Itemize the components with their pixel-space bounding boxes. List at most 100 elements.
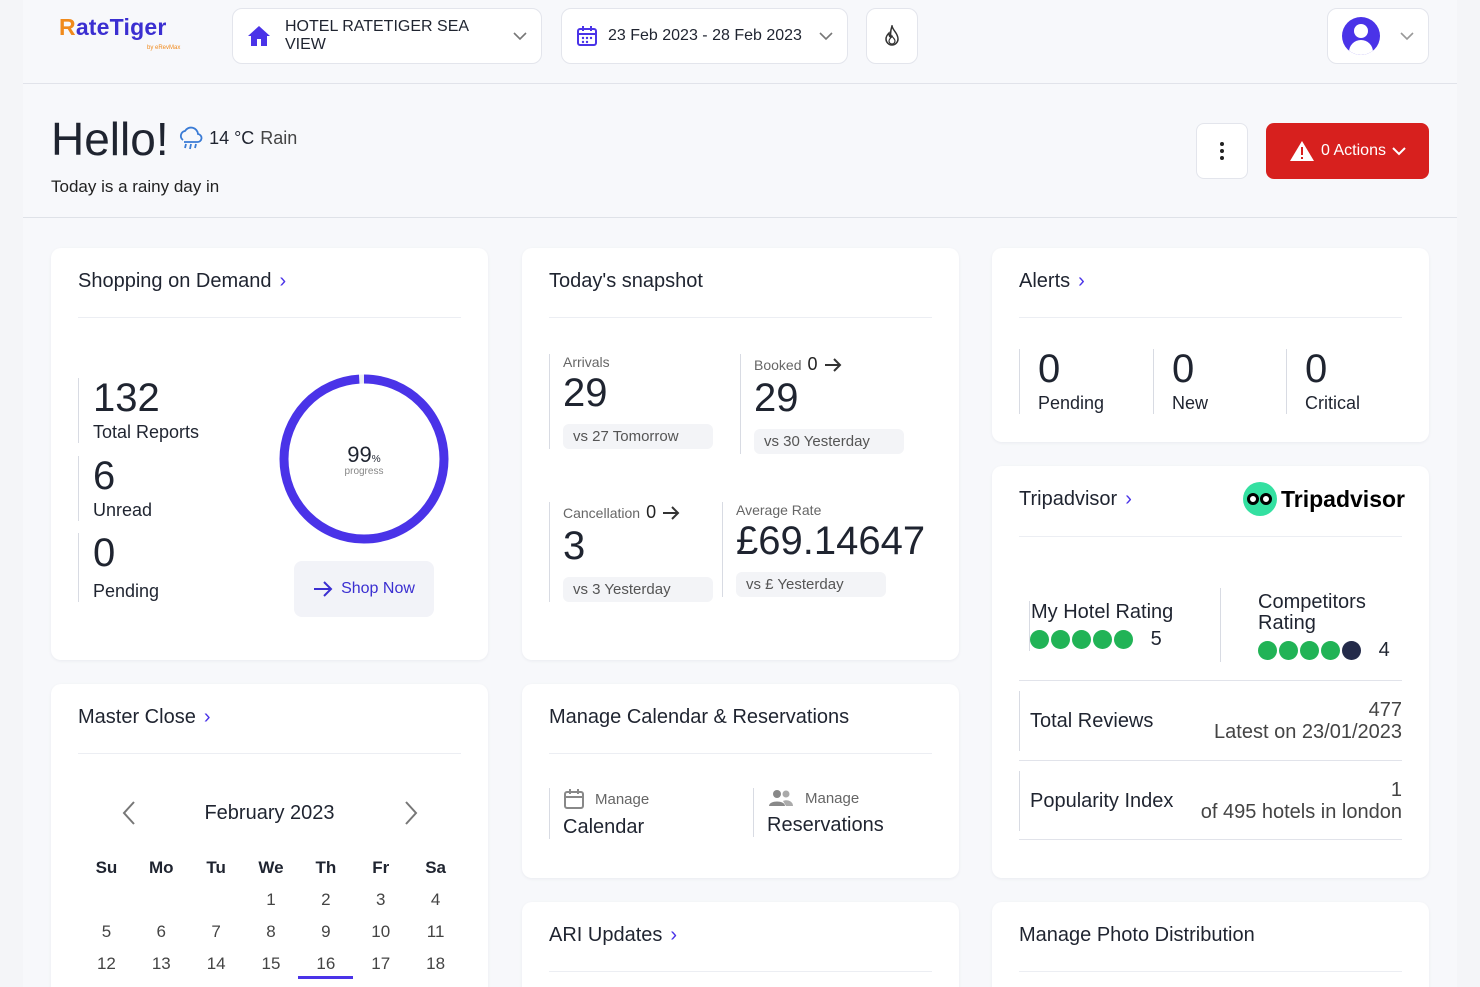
popularity-value: 1 — [1390, 779, 1402, 801]
calendar-day[interactable]: 4 — [408, 890, 463, 910]
tripadvisor-card: Tripadvisor › Tripadvisor My Hotel Rating… — [992, 466, 1429, 878]
calendar-day[interactable]: 8 — [244, 922, 299, 942]
flame-icon — [882, 25, 902, 47]
chevron-right-icon: › — [1125, 488, 1132, 510]
card-title: Master Close — [78, 706, 196, 728]
prev-month-button[interactable] — [121, 800, 137, 833]
pending-label: Pending — [93, 581, 160, 601]
manage-reservations-link[interactable]: Manage Reservations — [753, 788, 884, 837]
logo-subtext: by eRevMax — [147, 45, 181, 51]
popularity-index-row: Popularity Index 1 of 495 hotels in lond… — [1019, 760, 1402, 840]
calendar-day[interactable]: 14 — [189, 954, 244, 974]
actions-button[interactable]: 0 Actions — [1266, 123, 1429, 179]
calendar-day[interactable]: 17 — [353, 954, 408, 974]
alerts-title-link[interactable]: Alerts › — [1019, 270, 1085, 293]
users-icon — [767, 788, 795, 808]
master-close-title-link[interactable]: Master Close › — [78, 706, 210, 729]
greeting: Hello! 14 °C Rain Today is a rainy day i… — [51, 112, 297, 196]
booked-value: 29 — [754, 376, 799, 420]
chevron-right-icon: › — [670, 924, 678, 946]
latest-review-date: Latest on 23/01/2023 — [1214, 721, 1402, 743]
date-range-text: 23 Feb 2023 - 28 Feb 2023 — [608, 27, 802, 44]
comp-rating-value: 4 — [1378, 639, 1390, 661]
competitors-rating: Competitors Rating 4 — [1258, 592, 1390, 661]
tripadvisor-brand: Tripadvisor — [1281, 485, 1405, 512]
divider — [1019, 317, 1402, 318]
popularity-label: Popularity Index — [1019, 771, 1173, 831]
calendar-day[interactable]: 1 — [244, 890, 299, 910]
user-menu[interactable] — [1327, 8, 1429, 64]
shop-now-button[interactable]: Shop Now — [294, 561, 434, 617]
more-options-button[interactable] — [1196, 123, 1248, 179]
total-reviews-label: Total Reviews — [1019, 691, 1153, 751]
alerts-critical-label: Critical — [1305, 393, 1361, 413]
alerts-new[interactable]: 0 New — [1153, 349, 1208, 414]
manage-calendar-small: Manage — [595, 790, 650, 808]
calendar-day[interactable]: 9 — [298, 922, 353, 942]
alerts-pending-label: Pending — [1038, 393, 1105, 413]
shopping-title-link[interactable]: Shopping on Demand › — [78, 270, 286, 293]
progress-readout: 99% progress — [276, 371, 452, 547]
manage-calendar-label: Calendar — [563, 816, 645, 838]
shopping-on-demand-card: Shopping on Demand › 132 Total Reports 6 … — [51, 248, 488, 660]
calendar-day[interactable]: 6 — [134, 922, 189, 942]
calendar-day[interactable]: 7 — [189, 922, 244, 942]
card-title: Manage Photo Distribution — [1019, 924, 1255, 946]
chevron-right-icon: › — [203, 706, 211, 728]
weekday-label: Su — [95, 858, 118, 877]
calendar-day[interactable]: 18 — [408, 954, 463, 974]
calendar-day[interactable]: 16 — [298, 949, 354, 979]
calendar-day[interactable]: 15 — [244, 954, 299, 974]
average-rate-label: Average Rate — [736, 502, 822, 518]
calendar-day[interactable]: 3 — [353, 890, 408, 910]
top-bar: RateTiger by eRevMax HOTEL RATETIGER SEA… — [23, 0, 1457, 84]
weekday-label: Fr — [372, 858, 390, 877]
unread-value: 6 — [93, 454, 116, 498]
logo-wordmark: RateTiger — [59, 14, 167, 40]
avatar — [1342, 17, 1380, 55]
temperature: 14 °C — [209, 127, 255, 148]
divider — [1019, 971, 1402, 972]
average-rate-value: £69.14647 — [736, 519, 926, 563]
total-reviews-value: 477 — [1368, 699, 1402, 721]
ratetiger-logo[interactable]: RateTiger by eRevMax — [59, 14, 199, 54]
arrivals-comparison: vs 27 Tomorrow — [563, 424, 713, 449]
my-rating-label: My Hotel Rating — [1031, 601, 1174, 623]
calendar-day[interactable]: 5 — [79, 922, 134, 942]
alerts-pending[interactable]: 0 Pending — [1019, 349, 1104, 414]
card-title: Today's snapshot — [549, 270, 703, 292]
calendar-day[interactable]: 11 — [408, 922, 463, 942]
alerts-new-label: New — [1172, 393, 1209, 413]
pending-value: 0 — [93, 531, 116, 575]
chevron-down-icon — [1400, 28, 1414, 44]
my-hotel-rating: My Hotel Rating 5 — [1029, 601, 1173, 651]
total-reviews-value-block: 477 Latest on 23/01/2023 — [1214, 699, 1402, 743]
arrivals-value: 29 — [563, 371, 608, 415]
card-title: Tripadvisor — [1019, 488, 1118, 510]
manage-calendar-link[interactable]: Manage Calendar — [549, 788, 649, 839]
ari-updates-title-link[interactable]: ARI Updates › — [549, 924, 677, 947]
next-month-button[interactable] — [403, 800, 419, 833]
hot-deals-button[interactable] — [866, 8, 918, 64]
tripadvisor-logo: Tripadvisor — [1243, 482, 1405, 516]
booked-stat: Booked 0 29 vs 30 Yesterday — [740, 354, 904, 454]
calendar-day[interactable]: 12 — [79, 954, 134, 974]
calendar-day[interactable]: 10 — [353, 922, 408, 942]
tripadvisor-title-link[interactable]: Tripadvisor › — [1019, 488, 1132, 511]
alerts-critical[interactable]: 0 Critical — [1286, 349, 1360, 414]
dashboard: RateTiger by eRevMax HOTEL RATETIGER SEA… — [23, 0, 1457, 987]
date-range-selector[interactable]: 23 Feb 2023 - 28 Feb 2023 — [561, 8, 848, 64]
unread-stat: 6 Unread — [78, 456, 152, 521]
chevron-down-icon — [513, 28, 527, 44]
divider — [78, 753, 461, 754]
alerts-card: Alerts › 0 Pending 0 New 0 Critical — [992, 248, 1429, 442]
owl-icon — [1243, 482, 1277, 516]
popularity-value-block: 1 of 495 hotels in london — [1201, 779, 1402, 823]
hotel-name: HOTEL RATETIGER SEA VIEW — [285, 18, 469, 53]
alerts-critical-value: 0 — [1305, 347, 1328, 391]
weekday-label: Mo — [149, 858, 174, 877]
calendar-day[interactable]: 2 — [298, 890, 353, 910]
divider — [549, 753, 932, 754]
hotel-selector[interactable]: HOTEL RATETIGER SEA VIEW — [232, 8, 542, 64]
calendar-day[interactable]: 13 — [134, 954, 189, 974]
